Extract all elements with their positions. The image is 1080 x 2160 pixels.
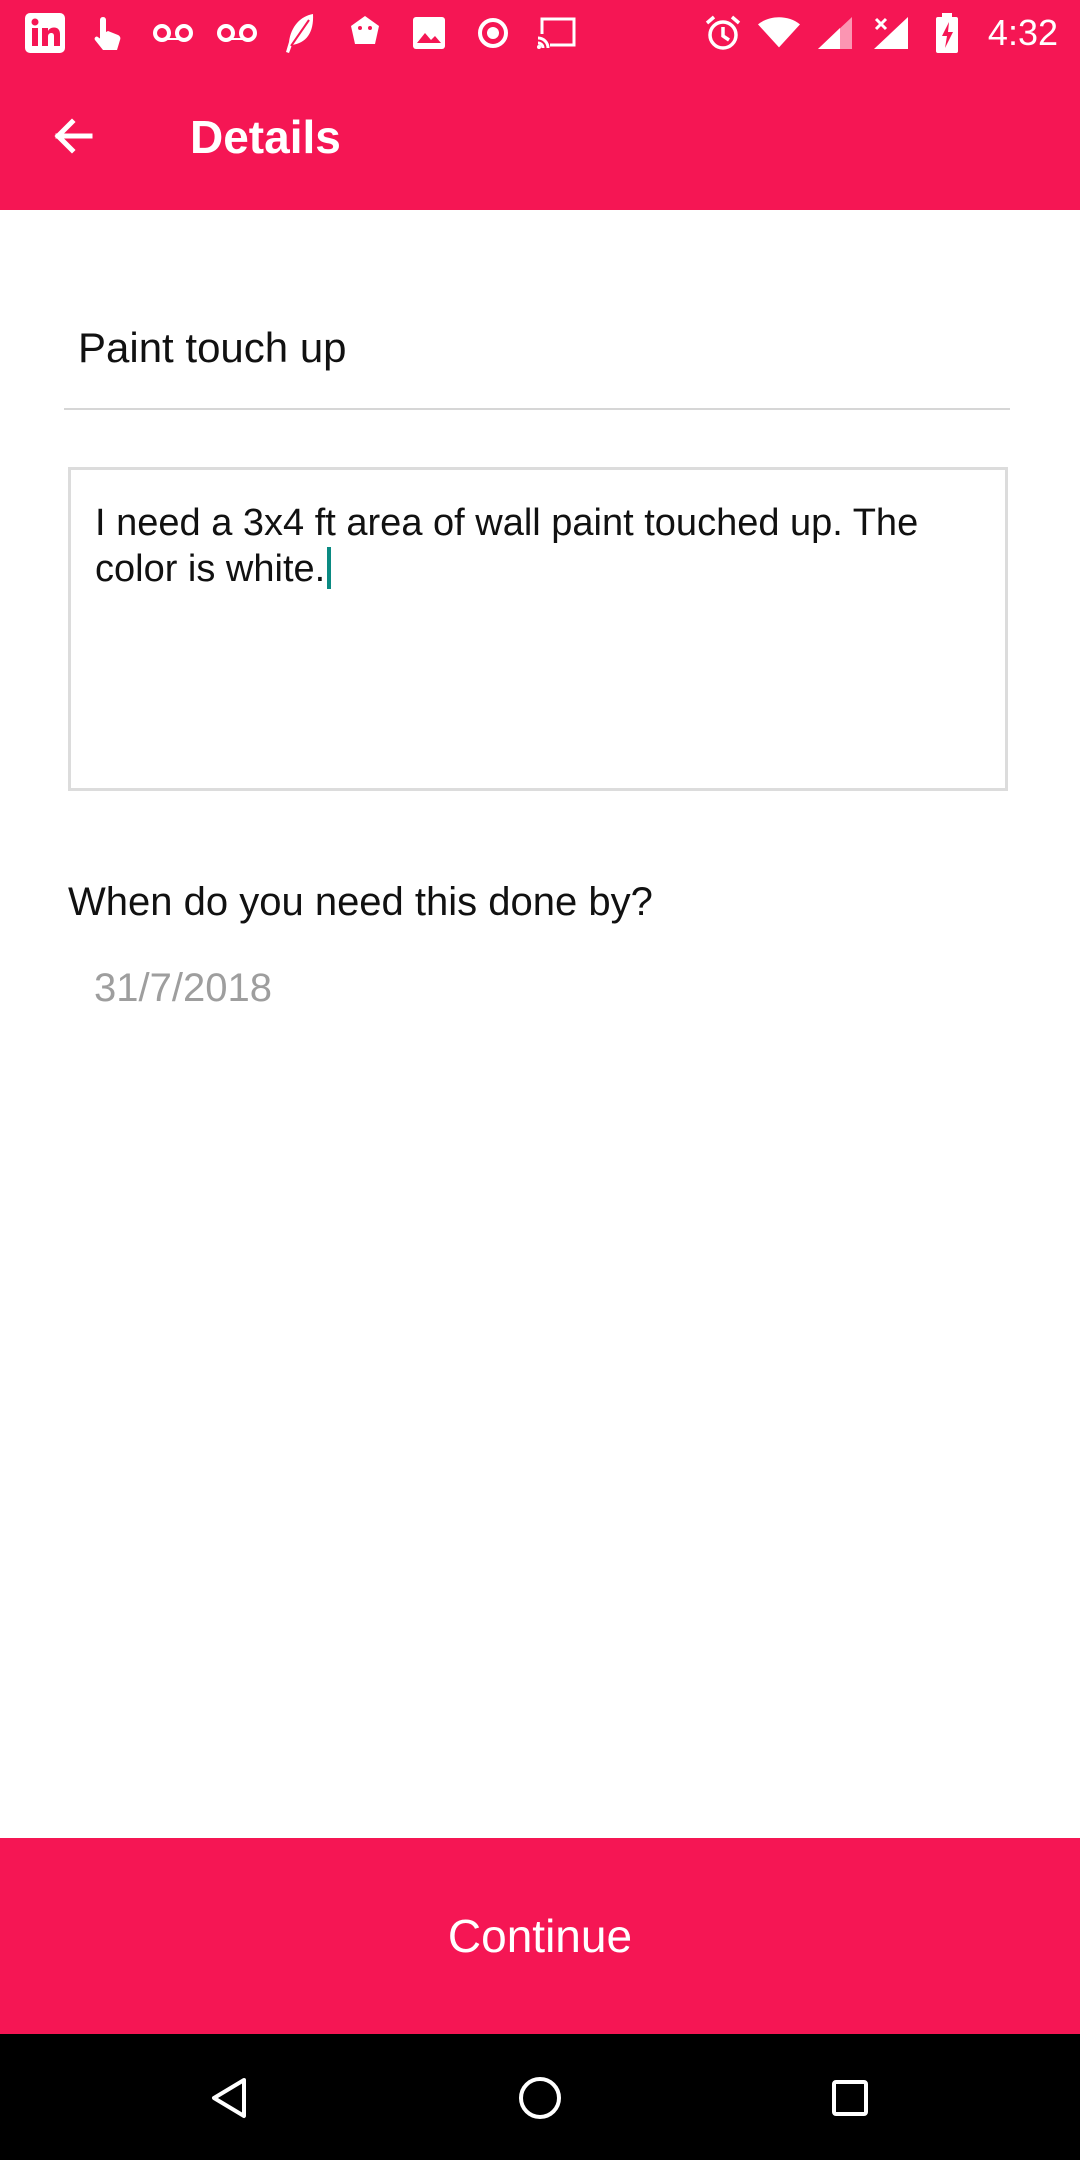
alarm-icon — [702, 12, 744, 54]
due-date-picker[interactable]: 31/7/2018 — [94, 966, 272, 1011]
voicemail-icon — [152, 12, 194, 54]
status-right-icons: 4:32 — [702, 8, 1058, 58]
continue-label: Continue — [447, 1910, 633, 1962]
feather-icon — [280, 12, 322, 54]
signal-icon — [814, 12, 856, 54]
back-triangle-icon — [212, 2078, 246, 2118]
text-caret — [327, 547, 332, 589]
record-icon — [472, 12, 514, 54]
job-title-value: Paint touch up — [78, 324, 347, 371]
touch-icon — [88, 12, 130, 54]
nav-back-button[interactable] — [192, 2062, 264, 2134]
nav-home-button[interactable] — [504, 2062, 576, 2134]
app-toolbar: Details — [0, 66, 1080, 210]
wifi-icon — [757, 12, 800, 54]
status-left-icons — [24, 8, 578, 58]
status-bar: 4:32 — [0, 0, 1080, 66]
cast-icon — [536, 12, 578, 54]
home-circle-icon — [519, 2077, 561, 2119]
job-title-input[interactable]: Paint touch up — [64, 286, 1010, 410]
description-text: I need a 3x4 ft area of wall paint touch… — [95, 500, 975, 592]
system-nav-bar — [0, 2034, 1080, 2160]
recents-square-icon — [832, 2080, 868, 2116]
image-icon — [408, 12, 450, 54]
android-icon — [344, 12, 386, 54]
voicemail-icon — [216, 12, 258, 54]
due-date-label: When do you need this done by? — [68, 880, 653, 924]
continue-button[interactable]: Continue — [0, 1838, 1080, 2034]
arrow-back-icon — [54, 118, 93, 154]
linkedin-icon — [24, 12, 66, 54]
battery-charging-icon — [926, 12, 968, 54]
signal-no-data-icon — [870, 12, 912, 54]
details-form: Paint touch up I need a 3x4 ft area of w… — [0, 210, 1080, 1838]
back-button[interactable] — [40, 104, 104, 168]
status-time: 4:32 — [987, 12, 1058, 53]
description-textarea[interactable]: I need a 3x4 ft area of wall paint touch… — [68, 467, 1008, 791]
nav-recents-button[interactable] — [814, 2062, 886, 2134]
description-value: I need a 3x4 ft area of wall paint touch… — [95, 502, 919, 590]
page-title: Details — [190, 111, 341, 163]
